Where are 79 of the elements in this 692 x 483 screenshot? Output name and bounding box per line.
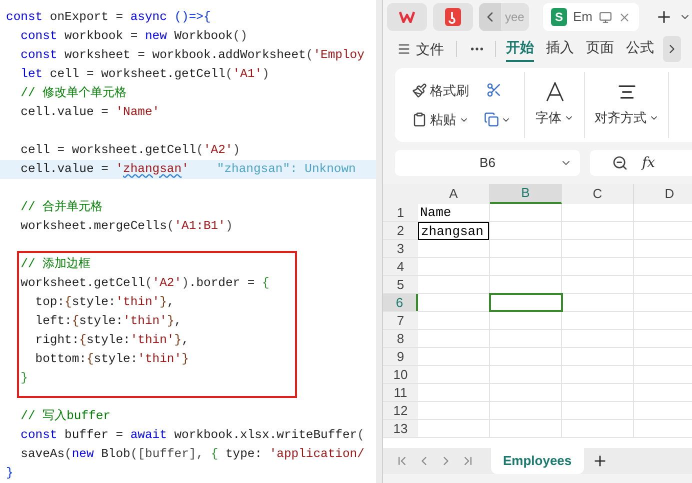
code-text: const buffer = await workbook.xlsx.writeBuffer( xyxy=(20,427,364,444)
row-header[interactable]: 8 xyxy=(383,330,418,347)
code-text: cell.value = 'zhangsan' xyxy=(20,161,189,178)
file-menu[interactable]: 文件 xyxy=(416,38,444,60)
paste-label: 粘贴 xyxy=(430,111,456,129)
row-header[interactable]: 2 xyxy=(383,222,418,239)
font-label: 字体 xyxy=(536,109,562,128)
code-text: left:{style:'thin'}, xyxy=(34,313,182,330)
close-icon[interactable] xyxy=(618,10,630,24)
code-text: } xyxy=(20,370,28,388)
code-text: worksheet.mergeCells('A1:B1') xyxy=(20,218,233,236)
code-text: // 写入buffer xyxy=(20,408,110,426)
brush-icon xyxy=(412,82,427,98)
code-text: cell.value = 'Name' xyxy=(20,104,160,122)
copy-icon xyxy=(484,112,499,128)
scrollbar[interactable] xyxy=(376,0,382,483)
column-header[interactable]: D xyxy=(634,184,692,204)
app-tab[interactable] xyxy=(387,3,427,31)
cell-text: Name xyxy=(419,204,452,222)
code-text: // 修改单个单元格 xyxy=(20,85,127,102)
zoom-icon[interactable] xyxy=(612,155,628,171)
monitor-icon[interactable] xyxy=(598,10,612,24)
scroll-left-button[interactable] xyxy=(479,3,501,31)
row-header[interactable]: 11 xyxy=(383,384,418,401)
code-text: const workbook = new Workbook() xyxy=(20,28,248,46)
row-header[interactable]: 12 xyxy=(383,402,418,419)
paste-button[interactable]: 粘贴 xyxy=(412,110,469,130)
add-sheet-icon[interactable] xyxy=(592,453,608,469)
row-header[interactable]: 5 xyxy=(383,276,418,293)
format-painter-label: 格式刷 xyxy=(430,82,469,100)
row-header[interactable]: 1 xyxy=(383,204,418,221)
wps-logo-icon xyxy=(399,11,415,23)
alignment-label: 对齐方式 xyxy=(594,109,646,128)
ribbon-tab[interactable]: 开始 xyxy=(506,36,534,62)
code-text: top:{style:'thin'}, xyxy=(34,294,174,312)
code-text: // 合并单元格 xyxy=(20,199,103,216)
formula-bar[interactable]: fx xyxy=(590,150,692,176)
scissors-icon[interactable] xyxy=(486,82,502,98)
scroll-right-button[interactable] xyxy=(663,36,681,62)
alignment-button[interactable]: 对齐方式 xyxy=(585,72,669,138)
new-tab-icon[interactable] xyxy=(655,8,673,26)
code-text: right:{style:'thin'}, xyxy=(34,332,189,350)
name-box[interactable]: B6 xyxy=(395,150,580,176)
ribbon-tab[interactable]: 公式 xyxy=(626,36,654,62)
pdf-logo-icon xyxy=(445,8,461,26)
menu-icon[interactable] xyxy=(397,42,411,56)
letter-a-icon xyxy=(546,82,564,102)
cell-text: zhangsan xyxy=(418,222,489,240)
row-header[interactable]: 9 xyxy=(383,348,418,365)
clipboard-icon xyxy=(412,112,427,128)
app-tab[interactable]: S Em xyxy=(543,3,639,31)
sheet-logo: S xyxy=(551,8,567,26)
code-text: // 添加边框 xyxy=(20,256,91,274)
code-text: worksheet.getCell('A2').border = { xyxy=(20,275,270,292)
code-text: } xyxy=(6,465,14,482)
row-header[interactable]: 4 xyxy=(383,258,418,275)
row-header[interactable]: 10 xyxy=(383,366,418,383)
code-text: let cell = worksheet.getCell('A1') xyxy=(20,66,270,84)
code-text: const worksheet = workbook.addWorksheet('Employ xyxy=(20,47,364,64)
font-button[interactable]: 字体 xyxy=(525,72,585,138)
row-header[interactable]: 13 xyxy=(383,420,418,437)
app-tab[interactable] xyxy=(433,3,473,31)
copy-button[interactable] xyxy=(484,112,511,128)
code-text: bottom:{style:'thin'} xyxy=(34,351,189,368)
inline-hint: "zhangsan": Unknown xyxy=(216,161,356,178)
code-text: const onExport = async ()=>{ xyxy=(6,9,211,26)
ribbon-tab[interactable]: 插入 xyxy=(546,36,574,62)
ribbon-tab[interactable]: 页面 xyxy=(586,36,614,62)
row-header[interactable]: 3 xyxy=(383,240,418,257)
column-header[interactable]: B xyxy=(490,184,562,204)
active-cell[interactable] xyxy=(490,294,562,311)
column-header[interactable]: C xyxy=(562,184,634,204)
row-header[interactable]: 7 xyxy=(383,312,418,329)
row-header[interactable]: 6 xyxy=(383,294,418,311)
formula-label: fx xyxy=(642,154,656,172)
format-painter-button[interactable]: 格式刷 xyxy=(412,80,469,100)
code-text: saveAs(new Blob([buffer], { type: 'application/ xyxy=(20,446,364,464)
code-text: cell = worksheet.getCell('A2') xyxy=(20,142,240,160)
sheet-tab[interactable]: Employees xyxy=(491,448,584,474)
